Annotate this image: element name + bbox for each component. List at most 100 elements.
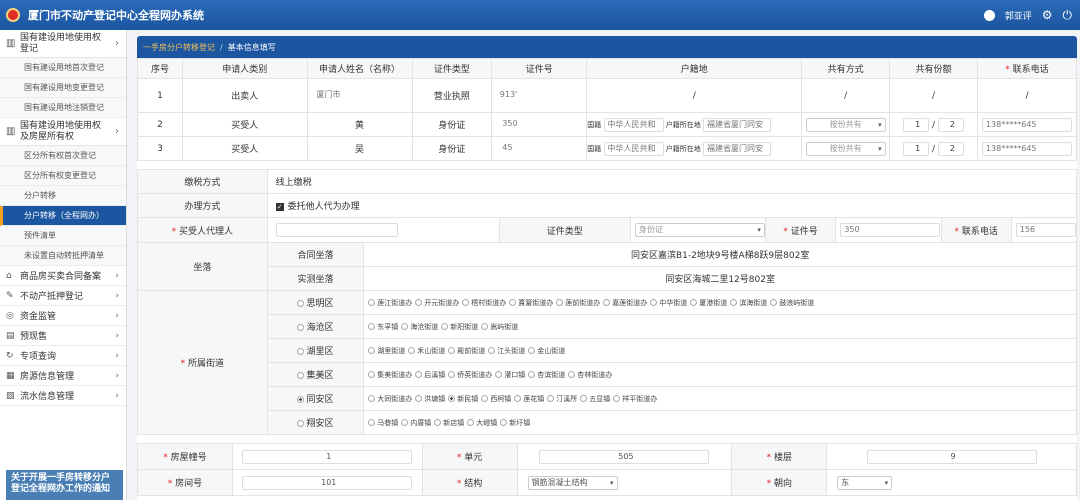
street-option[interactable]: 大嶝镇 bbox=[467, 418, 497, 428]
street-option[interactable]: 莲花镇 bbox=[514, 394, 544, 404]
street-option[interactable]: 新店镇 bbox=[434, 418, 464, 428]
street-option[interactable]: 殿前街道 bbox=[448, 346, 485, 356]
street-option[interactable]: 海沧街道 bbox=[401, 322, 438, 332]
sidebar-group-land-house[interactable]: ▥ 国有建设用地使用权及房屋所有权 › bbox=[0, 118, 126, 146]
street-option[interactable]: 金山街道 bbox=[528, 346, 565, 356]
street-option[interactable]: 后溪镇 bbox=[415, 370, 445, 380]
street-option[interactable]: 东孚镇 bbox=[368, 322, 398, 332]
id-number-field[interactable]: 350 bbox=[499, 117, 580, 132]
street-option[interactable]: 新阳街道 bbox=[441, 322, 478, 332]
street-option[interactable]: 中华街道 bbox=[650, 298, 687, 308]
street-option[interactable]: 侨英街道办 bbox=[448, 370, 492, 380]
street-option[interactable]: 杏林街道办 bbox=[568, 370, 612, 380]
gear-icon[interactable]: ⚙ bbox=[1042, 9, 1053, 21]
district-option-selected[interactable]: 同安区 bbox=[266, 386, 365, 411]
unit-input[interactable]: 505 bbox=[539, 449, 710, 464]
street-option[interactable]: 新圩镇 bbox=[500, 418, 530, 428]
agent-input[interactable] bbox=[275, 223, 398, 237]
country-field[interactable]: 中华人民共和 bbox=[603, 141, 664, 156]
orient-select[interactable]: 东 bbox=[837, 475, 893, 490]
sidebar-item[interactable]: 国有建设用地注销登记 bbox=[0, 98, 126, 118]
user-avatar-icon[interactable] bbox=[983, 9, 995, 21]
district-option[interactable]: 集美区 bbox=[266, 362, 365, 387]
menu-house-info[interactable]: ▦ 房源信息管理 › bbox=[0, 366, 126, 386]
street-option-selected[interactable]: 新民镇 bbox=[448, 394, 478, 404]
share-mode-select[interactable]: 按份共有 bbox=[805, 141, 886, 156]
menu-flow[interactable]: ▧ 流水信息管理 › bbox=[0, 386, 126, 406]
sidebar-item[interactable]: 分户转移 bbox=[0, 186, 126, 206]
breadcrumb-item[interactable]: 一手房分户转移登记 bbox=[143, 42, 215, 53]
power-icon[interactable]: ⏻ bbox=[1063, 9, 1073, 21]
street-option[interactable]: 嵩屿街道 bbox=[481, 322, 518, 332]
street-option[interactable]: 湖里街道 bbox=[368, 346, 405, 356]
sidebar-item[interactable]: 国有建设用地首次登记 bbox=[0, 58, 126, 78]
sidebar-item[interactable]: 区分所有权首次登记 bbox=[0, 146, 126, 166]
name-field[interactable]: 厦门市 bbox=[313, 88, 406, 103]
room-input[interactable]: 101 bbox=[242, 475, 413, 490]
street-option[interactable]: 鼓浪屿街道 bbox=[770, 298, 814, 308]
street-option[interactable]: 篔簹街道办 bbox=[509, 298, 553, 308]
checkbox-checked[interactable]: ✓ bbox=[275, 202, 284, 211]
district-option[interactable]: 海沧区 bbox=[266, 314, 365, 339]
id-number-field[interactable]: 913' bbox=[496, 88, 582, 103]
sidebar-item[interactable]: 预件清单 bbox=[0, 226, 126, 246]
floor-input[interactable]: 9 bbox=[866, 449, 1037, 464]
share-numerator[interactable]: 1 bbox=[903, 117, 930, 132]
radio-icon[interactable] bbox=[297, 372, 305, 379]
menu-query[interactable]: ↻ 专项查询 › bbox=[0, 346, 126, 366]
notice-banner[interactable]: 关于开展一手房转移分户登记全程网办工作的通知 bbox=[6, 470, 123, 500]
street-option[interactable]: 杏滨街道 bbox=[528, 370, 565, 380]
sidebar-item-active[interactable]: 分户转移（全程网办） bbox=[0, 206, 126, 226]
idtype-select[interactable]: 身份证 bbox=[634, 223, 765, 237]
street-option[interactable]: 开元街道办 bbox=[415, 298, 459, 308]
structure-select[interactable]: 钢筋混凝土结构 bbox=[527, 475, 618, 490]
share-denominator[interactable]: 2 bbox=[937, 141, 964, 156]
radio-icon[interactable] bbox=[297, 324, 305, 331]
street-option[interactable]: 灌口镇 bbox=[495, 370, 525, 380]
district-option[interactable]: 湖里区 bbox=[266, 338, 365, 363]
sidebar-item[interactable]: 国有建设用地变更登记 bbox=[0, 78, 126, 98]
idno-input[interactable]: 350 bbox=[840, 223, 941, 237]
street-option[interactable]: 嘉莲街道办 bbox=[603, 298, 647, 308]
radio-icon[interactable] bbox=[297, 420, 305, 427]
share-denominator[interactable]: 2 bbox=[937, 117, 964, 132]
street-option[interactable]: 滨海街道 bbox=[730, 298, 767, 308]
district-option[interactable]: 翔安区 bbox=[266, 410, 365, 435]
radio-checked-icon[interactable] bbox=[297, 396, 305, 403]
sidebar-item[interactable]: 区分所有权变更登记 bbox=[0, 166, 126, 186]
share-mode-select[interactable]: 按份共有 bbox=[805, 117, 886, 132]
phone-field[interactable]: 138*****645 bbox=[981, 117, 1072, 132]
street-option[interactable]: 禾山街道 bbox=[408, 346, 445, 356]
street-option[interactable]: 马巷镇 bbox=[368, 418, 398, 428]
menu-contract-filing[interactable]: ⌂ 商品房买卖合同备案 › bbox=[0, 266, 126, 286]
share-numerator[interactable]: 1 bbox=[903, 141, 930, 156]
id-number-field[interactable]: 45 bbox=[499, 141, 580, 156]
street-option[interactable]: 江头街道 bbox=[488, 346, 525, 356]
street-option[interactable]: 洪塘镇 bbox=[415, 394, 445, 404]
street-option[interactable]: 祥平街道办 bbox=[613, 394, 657, 404]
street-option[interactable]: 西柯镇 bbox=[481, 394, 511, 404]
sidebar-item[interactable]: 未设置自动转抵押清单 bbox=[0, 246, 126, 266]
place-field[interactable]: 福建省厦门同安 bbox=[702, 141, 771, 156]
phone-field[interactable]: 138*****645 bbox=[981, 141, 1072, 156]
street-option[interactable]: 内厝镇 bbox=[401, 418, 431, 428]
district-option[interactable]: 思明区 bbox=[266, 290, 365, 315]
sidebar-group-land-right[interactable]: ▥ 国有建设用地使用权登记 › bbox=[0, 30, 126, 58]
street-option[interactable]: 集美街道办 bbox=[368, 370, 412, 380]
building-input[interactable]: 1 bbox=[242, 449, 413, 464]
radio-icon[interactable] bbox=[297, 300, 305, 307]
menu-mortgage[interactable]: ✎ 不动产抵押登记 › bbox=[0, 286, 126, 306]
street-option[interactable]: 五显镇 bbox=[580, 394, 610, 404]
street-option[interactable]: 厦港街道 bbox=[690, 298, 727, 308]
street-option[interactable]: 大同街道办 bbox=[368, 394, 412, 404]
menu-presale[interactable]: ▤ 预现售 › bbox=[0, 326, 126, 346]
username[interactable]: 郭亚评 bbox=[1005, 9, 1032, 22]
street-option[interactable]: 汀溪所 bbox=[547, 394, 577, 404]
phone-input[interactable]: 156 bbox=[1015, 223, 1076, 237]
country-field[interactable]: 中华人民共和 bbox=[603, 117, 664, 132]
place-field[interactable]: 福建省厦门同安 bbox=[702, 117, 771, 132]
radio-icon[interactable] bbox=[297, 348, 305, 355]
street-option[interactable]: 梧村街道办 bbox=[462, 298, 506, 308]
street-option[interactable]: 莲江街道办 bbox=[368, 298, 412, 308]
menu-fund[interactable]: ◎ 资金监管 › bbox=[0, 306, 126, 326]
